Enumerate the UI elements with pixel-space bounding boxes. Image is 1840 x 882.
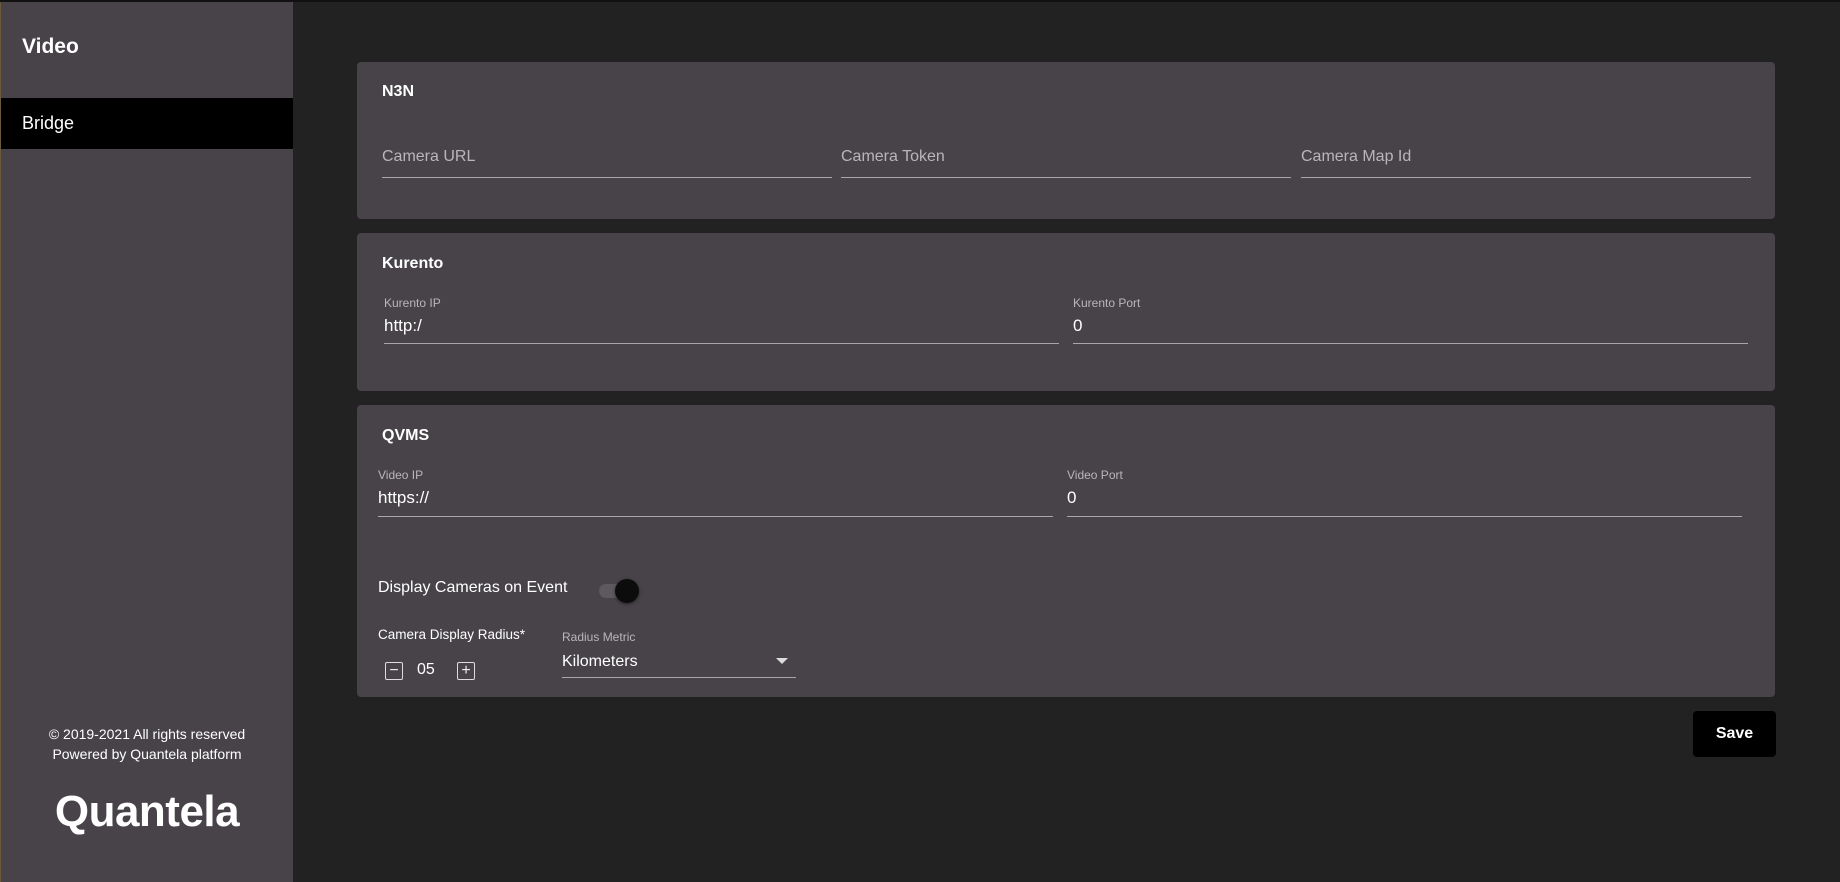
radius-metric-select[interactable]: Radius Metric Kilometers <box>562 630 796 678</box>
chevron-down-icon <box>776 658 788 664</box>
sidebar-footer: © 2019-2021 All rights reserved Powered … <box>1 724 293 764</box>
video-ip-underline <box>378 516 1053 517</box>
video-port-field[interactable]: Video Port 0 <box>1067 468 1742 517</box>
n3n-card: N3N Camera URL Camera Token Camera Map I… <box>357 62 1775 219</box>
quantela-logo: Quantela <box>54 787 240 836</box>
radius-decrement-button[interactable]: − <box>385 662 403 680</box>
kurento-port-underline <box>1073 343 1748 344</box>
camera-url-field[interactable]: Camera URL <box>382 144 832 178</box>
copyright-text: © 2019-2021 All rights reserved <box>48 726 246 742</box>
toggle-knob <box>615 579 639 603</box>
sidebar-item-label: Bridge <box>22 113 75 133</box>
camera-url-underline <box>382 177 832 178</box>
radius-metric-underline <box>562 677 796 678</box>
kurento-port-field[interactable]: Kurento Port 0 <box>1073 296 1748 344</box>
qvms-title: QVMS <box>382 427 430 444</box>
kurento-ip-label: Kurento IP <box>384 296 441 310</box>
display-cameras-label: Display Cameras on Event <box>378 579 568 596</box>
camera-map-id-placeholder: Camera Map Id <box>1301 148 1412 165</box>
radius-metric-value: Kilometers <box>562 653 638 670</box>
qvms-card: QVMS Video IP https:// Video Port 0 Disp… <box>357 405 1775 697</box>
kurento-port-label: Kurento Port <box>1073 296 1141 310</box>
video-ip-value: https:// <box>378 488 430 507</box>
camera-map-id-field[interactable]: Camera Map Id <box>1301 144 1751 178</box>
video-port-underline <box>1067 516 1742 517</box>
kurento-ip-value: http:/ <box>384 316 422 335</box>
sidebar-item-bridge[interactable]: Bridge <box>1 98 293 149</box>
plus-icon: + <box>461 662 471 679</box>
radius-increment-button[interactable]: + <box>457 662 475 680</box>
sidebar: Video Bridge © 2019-2021 All rights rese… <box>0 2 293 882</box>
powered-by-text: Powered by Quantela platform <box>52 746 242 762</box>
video-port-label: Video Port <box>1067 468 1123 482</box>
n3n-title: N3N <box>382 83 415 100</box>
kurento-port-value: 0 <box>1073 316 1083 335</box>
kurento-ip-underline <box>384 343 1059 344</box>
radius-value: 05 <box>417 661 435 678</box>
minus-icon: − <box>389 662 399 679</box>
save-button[interactable]: Save <box>1693 711 1776 757</box>
video-port-value: 0 <box>1067 488 1077 507</box>
kurento-ip-field[interactable]: Kurento IP http:/ <box>384 296 1059 344</box>
camera-map-id-underline <box>1301 177 1751 178</box>
kurento-card: Kurento Kurento IP http:/ Kurento Port 0 <box>357 233 1775 391</box>
camera-token-underline <box>841 177 1291 178</box>
camera-token-field[interactable]: Camera Token <box>841 144 1291 178</box>
camera-token-placeholder: Camera Token <box>841 148 945 165</box>
sidebar-title: Video <box>22 35 79 58</box>
video-ip-label: Video IP <box>378 468 424 482</box>
camera-url-placeholder: Camera URL <box>382 148 476 165</box>
display-cameras-toggle[interactable] <box>593 575 643 607</box>
camera-display-radius-label: Camera Display Radius* <box>378 627 526 642</box>
video-ip-field[interactable]: Video IP https:// <box>378 468 1053 517</box>
kurento-title: Kurento <box>382 255 444 272</box>
radius-metric-label: Radius Metric <box>562 630 636 644</box>
